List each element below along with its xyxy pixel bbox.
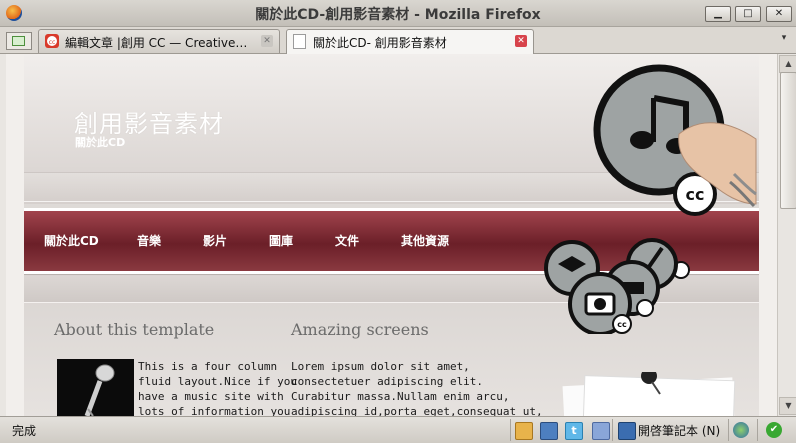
about-template-text: This is a four column fluid layout.Nice … <box>138 360 297 416</box>
notebook-icon[interactable] <box>618 422 636 440</box>
window-titlebar: 關於此CD-創用影音素材 - Mozilla Firefox ▁ □ ✕ <box>0 0 796 27</box>
minimize-button[interactable]: ▁ <box>705 6 731 22</box>
new-tab-button[interactable] <box>6 32 32 50</box>
twitter-icon[interactable]: t <box>565 422 583 440</box>
status-divider <box>757 419 758 441</box>
status-divider <box>728 419 729 441</box>
site-subtitle: 關於此CD <box>75 136 126 149</box>
status-divider <box>612 419 613 441</box>
scroll-down-icon[interactable]: ▼ <box>779 397 796 415</box>
tab-edit-article[interactable]: cc 編輯文章 |創用 CC — Creative… ✕ <box>38 29 280 53</box>
nav-item-video[interactable]: 影片 <box>203 232 227 249</box>
close-tab-icon[interactable]: ✕ <box>261 35 273 47</box>
status-bar: 完成 t 開啓筆記本 (N) ✔ <box>0 416 796 443</box>
svg-text:cc: cc <box>686 185 705 204</box>
music-note-disc-icon: cc <box>593 64 757 216</box>
tab-label: 關於此CD- 創用影音素材 <box>313 36 447 50</box>
amazing-screens-text: Lorem ipsum dolor sit amet, consectetuer… <box>291 360 543 416</box>
scrollbar-thumb[interactable] <box>780 72 796 209</box>
nav-item-about[interactable]: 關於此CD <box>44 232 99 249</box>
window-title: 關於此CD-創用影音素材 - Mozilla Firefox <box>255 7 541 23</box>
list-all-tabs-button[interactable]: ▾ <box>776 33 792 47</box>
maximize-button[interactable]: □ <box>735 6 761 22</box>
status-text: 完成 <box>12 424 37 438</box>
status-divider <box>510 419 511 441</box>
globe-icon[interactable] <box>733 422 749 438</box>
scroll-up-icon[interactable]: ▲ <box>779 55 796 73</box>
cc-favicon-icon: cc <box>45 34 59 48</box>
tab-about-cd[interactable]: 關於此CD- 創用影音素材 ✕ <box>286 29 534 54</box>
tab-label: 編輯文章 |創用 CC — Creative… <box>65 36 248 50</box>
edit-note-icon[interactable] <box>515 422 533 440</box>
web-page: 創用影音素材 關於此CD 關於此CD 音樂 影片 圖庫 文件 其他資源 cc c… <box>24 54 759 416</box>
sidebar-icon[interactable] <box>592 422 610 440</box>
nav-item-gallery[interactable]: 圖庫 <box>269 232 293 249</box>
nav-item-other-resources[interactable]: 其他資源 <box>401 232 449 249</box>
open-notebook-label[interactable]: 開啓筆記本 (N) <box>638 422 720 439</box>
svg-text:cc: cc <box>49 39 56 46</box>
amazing-screens-heading: Amazing screens <box>291 320 429 339</box>
page-favicon-icon <box>293 34 306 49</box>
svg-text:cc: cc <box>617 320 627 329</box>
screen-capture-icon[interactable] <box>540 422 558 440</box>
vertical-scrollbar[interactable]: ▲ ▼ <box>777 54 796 416</box>
close-window-button[interactable]: ✕ <box>766 6 792 22</box>
pinned-notes-image <box>562 372 736 416</box>
check-ok-icon[interactable]: ✔ <box>766 422 782 438</box>
nav-item-documents[interactable]: 文件 <box>335 232 359 249</box>
media-icons-cluster: cc <box>544 238 690 334</box>
close-tab-icon[interactable]: ✕ <box>515 35 527 47</box>
microphone-image <box>57 359 134 416</box>
nav-item-music[interactable]: 音樂 <box>137 232 161 249</box>
page-viewport: 創用影音素材 關於此CD 關於此CD 音樂 影片 圖庫 文件 其他資源 cc c… <box>6 54 777 416</box>
about-template-heading: About this template <box>54 320 215 339</box>
tab-bar: cc 編輯文章 |創用 CC — Creative… ✕ 關於此CD- 創用影音… <box>0 27 796 54</box>
